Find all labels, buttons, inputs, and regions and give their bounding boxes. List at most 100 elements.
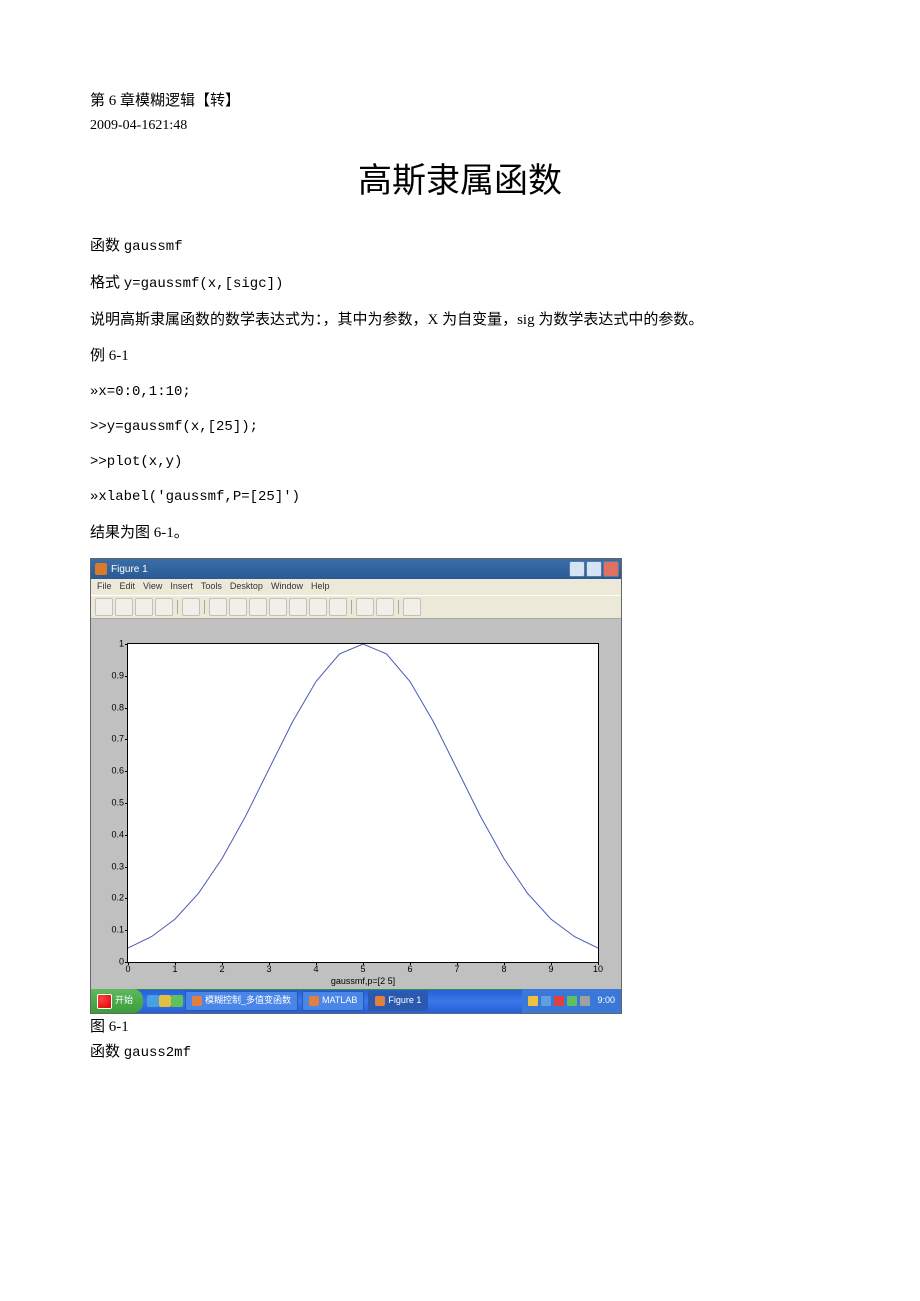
description: 说明高斯隶属函数的数学表达式为：，其中为参数，X 为自变量，sig 为数学表达式…: [90, 309, 830, 332]
menu-tools[interactable]: Tools: [201, 580, 222, 594]
gaussian-curve: [128, 644, 598, 962]
annotation-icon[interactable]: [403, 598, 421, 616]
zoom-out-icon[interactable]: [229, 598, 247, 616]
date-line: 2009-04-1621:48: [90, 115, 830, 136]
menu-help[interactable]: Help: [311, 580, 330, 594]
toolbar-separator: [351, 600, 352, 614]
matlab-icon: [95, 563, 107, 575]
y-tick-label: 0: [98, 955, 124, 969]
func2-label: 函数: [90, 1044, 120, 1060]
quicklaunch-icon[interactable]: [159, 995, 171, 1007]
y-tick-label: 0.1: [98, 923, 124, 937]
y-tick-mark: [125, 644, 128, 645]
y-tick-mark: [125, 708, 128, 709]
chapter-title: 第 6 章模糊逻辑【转】: [90, 90, 830, 113]
figure-icon: [375, 996, 385, 1006]
format-code: y=gaussmf(x,[sigc]): [124, 276, 284, 292]
taskbar-item-active[interactable]: Figure 1: [368, 991, 428, 1011]
tray-icon[interactable]: [528, 996, 538, 1006]
y-tick-label: 1: [98, 637, 124, 651]
save-icon[interactable]: [135, 598, 153, 616]
menu-window[interactable]: Window: [271, 580, 303, 594]
task-label: Figure 1: [388, 994, 421, 1008]
quicklaunch-icon[interactable]: [171, 995, 183, 1007]
colorbar-icon[interactable]: [356, 598, 374, 616]
tray-volume-icon[interactable]: [580, 996, 590, 1006]
x-tick-mark: [551, 962, 552, 965]
print-icon[interactable]: [155, 598, 173, 616]
y-tick-label: 0.2: [98, 892, 124, 906]
format-line: 格式 y=gaussmf(x,[sigc]): [90, 272, 830, 295]
menu-insert[interactable]: Insert: [170, 580, 193, 594]
x-tick-mark: [316, 962, 317, 965]
edit-plot-icon[interactable]: [182, 598, 200, 616]
taskbar-item[interactable]: 模糊控制_多值变函数: [185, 991, 298, 1011]
y-tick-label: 0.6: [98, 764, 124, 778]
y-tick-mark: [125, 803, 128, 804]
y-tick-mark: [125, 676, 128, 677]
start-label: 开始: [115, 994, 133, 1008]
start-button[interactable]: 开始: [91, 989, 143, 1013]
y-tick-label: 0.8: [98, 701, 124, 715]
pan-icon[interactable]: [249, 598, 267, 616]
y-tick-mark: [125, 835, 128, 836]
toolbar-separator: [177, 600, 178, 614]
format-label: 格式: [90, 275, 120, 291]
menu-desktop[interactable]: Desktop: [230, 580, 263, 594]
x-tick-mark: [457, 962, 458, 965]
task-label: MATLAB: [322, 994, 357, 1008]
data-cursor-icon[interactable]: [289, 598, 307, 616]
x-tick-mark: [363, 962, 364, 965]
close-button[interactable]: [603, 561, 619, 577]
new-figure-icon[interactable]: [95, 598, 113, 616]
y-tick-mark: [125, 739, 128, 740]
window-title: Figure 1: [111, 562, 148, 577]
link-icon[interactable]: [329, 598, 347, 616]
rotate-icon[interactable]: [269, 598, 287, 616]
legend-icon[interactable]: [376, 598, 394, 616]
x-tick-mark: [410, 962, 411, 965]
windows-logo-icon: [97, 994, 112, 1009]
minimize-button[interactable]: [569, 561, 585, 577]
open-icon[interactable]: [115, 598, 133, 616]
brush-icon[interactable]: [309, 598, 327, 616]
menu-edit[interactable]: Edit: [120, 580, 136, 594]
func2-name: gauss2mf: [124, 1045, 191, 1061]
y-tick-label: 0.4: [98, 828, 124, 842]
taskbar-item[interactable]: MATLAB: [302, 991, 364, 1011]
y-tick-mark: [125, 898, 128, 899]
toolbar-separator: [204, 600, 205, 614]
app-icon: [192, 996, 202, 1006]
x-tick-mark: [598, 962, 599, 965]
menubar: File Edit View Insert Tools Desktop Wind…: [91, 579, 621, 595]
system-tray: 9:00: [522, 989, 621, 1013]
toolbar: [91, 595, 621, 619]
x-axis-label: gaussmf,p=[2 5]: [331, 975, 395, 989]
x-tick-mark: [222, 962, 223, 965]
main-title: 高斯隶属函数: [90, 156, 830, 207]
code-line-4: »xlabel('gaussmf,P=[25]'): [90, 487, 830, 508]
x-tick-mark: [128, 962, 129, 965]
plot-area: gaussmf,p=[2 5] 00.10.20.30.40.50.60.70.…: [91, 619, 621, 989]
tray-clock: 9:00: [597, 994, 615, 1008]
axes: gaussmf,p=[2 5] 00.10.20.30.40.50.60.70.…: [127, 643, 599, 963]
tray-icon[interactable]: [541, 996, 551, 1006]
tray-icon[interactable]: [567, 996, 577, 1006]
function-line: 函数 gaussmf: [90, 235, 830, 258]
menu-view[interactable]: View: [143, 580, 162, 594]
quicklaunch-ie-icon[interactable]: [147, 995, 159, 1007]
tray-icon[interactable]: [554, 996, 564, 1006]
func-name: gaussmf: [124, 239, 183, 255]
zoom-in-icon[interactable]: [209, 598, 227, 616]
code-line-2: >>y=gaussmf(x,[25]);: [90, 417, 830, 438]
y-tick-label: 0.9: [98, 669, 124, 683]
y-tick-label: 0.7: [98, 733, 124, 747]
example-label: 例 6-1: [90, 345, 830, 368]
maximize-button[interactable]: [586, 561, 602, 577]
function2-line: 函数 gauss2mf: [90, 1041, 830, 1064]
figure-caption: 图 6-1: [90, 1016, 830, 1039]
x-tick-mark: [504, 962, 505, 965]
toolbar-separator: [398, 600, 399, 614]
menu-file[interactable]: File: [97, 580, 112, 594]
y-tick-label: 0.3: [98, 860, 124, 874]
